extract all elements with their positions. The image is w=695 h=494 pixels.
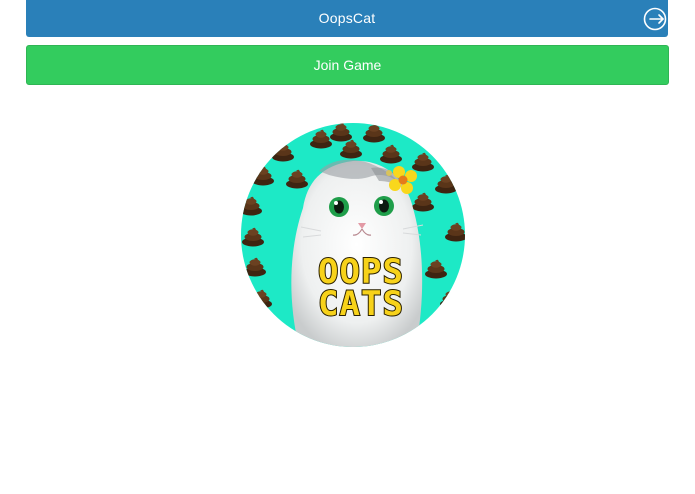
page-title: OopsCat xyxy=(318,10,376,26)
join-game-button[interactable]: Join Game xyxy=(26,45,669,85)
oopscats-logo: OOPS CATS xyxy=(317,251,404,325)
logout-button[interactable] xyxy=(642,6,668,32)
oopscats-logo-image: OOPS CATS xyxy=(241,123,465,347)
logout-icon xyxy=(643,7,667,31)
header-bar: OopsCat xyxy=(26,0,668,37)
game-avatar: OOPS CATS xyxy=(241,123,465,347)
page: OopsCat Join Game OOPS CATS xyxy=(0,0,695,494)
logo-line-2: CATS xyxy=(318,284,404,324)
